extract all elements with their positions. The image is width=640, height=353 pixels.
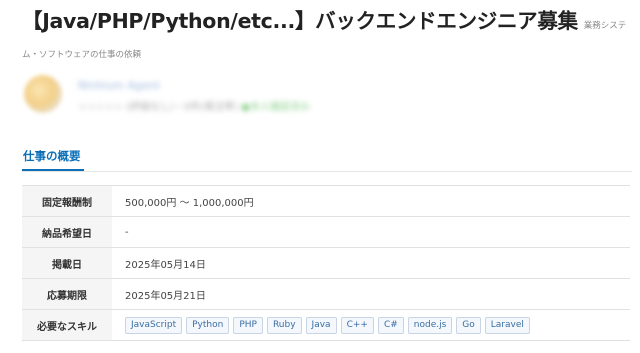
tab-job-overview-label: 仕事の概要: [23, 149, 81, 163]
skill-tag[interactable]: C++: [340, 316, 374, 334]
skill-tag-list: JavaScript Python PHP Ruby Java C++ C# n…: [125, 316, 630, 334]
skill-tag[interactable]: node.js: [407, 316, 453, 334]
row-label-budget: 固定報酬制: [22, 185, 112, 217]
skill-tag[interactable]: Java: [305, 316, 337, 334]
client-profile[interactable]: Ninhium Agent ☆☆☆☆☆ (評価なし)・0件(発注率) ●本人確認…: [24, 71, 424, 121]
job-title: 【Java/PHP/Python/etc...】バックエンドエンジニア募集: [22, 9, 578, 33]
row-value-delivery: -: [125, 226, 129, 238]
skill-tag[interactable]: Ruby: [266, 316, 302, 334]
client-verified-badge: ●本人確認済み: [241, 102, 310, 113]
skill-tag[interactable]: Go: [456, 316, 481, 334]
row-label-posted: 掲載日: [22, 247, 112, 279]
section-divider: [22, 171, 632, 172]
skill-tag[interactable]: JavaScript: [125, 316, 183, 334]
client-meta: ☆☆☆☆☆ (評価なし)・0件(発注率) ●本人確認済み: [78, 98, 310, 113]
tab-job-overview[interactable]: 仕事の概要: [22, 144, 84, 172]
client-rating: ☆☆☆☆☆ (評価なし)・0件(発注率): [78, 102, 238, 113]
client-avatar[interactable]: [24, 75, 62, 113]
table-row: 必要なスキル JavaScript Python PHP Ruby Java C…: [22, 309, 630, 341]
row-value-skills: JavaScript Python PHP Ruby Java C++ C# n…: [112, 310, 630, 341]
table-row: 納品希望日 -: [22, 216, 630, 248]
row-label-skills: 必要なスキル: [22, 309, 112, 341]
skill-tag[interactable]: Laravel: [484, 316, 530, 334]
table-row: 固定報酬制 500,000円 〜 1,000,000円: [22, 185, 630, 217]
table-row: 応募期限 2025年05月21日: [22, 278, 630, 310]
row-value-budget: 500,000円 〜 1,000,000円: [125, 197, 254, 209]
row-label-deadline: 応募期限: [22, 278, 112, 310]
skill-tag[interactable]: PHP: [233, 316, 263, 334]
row-label-delivery: 納品希望日: [22, 216, 112, 248]
row-value-posted: 2025年05月14日: [125, 259, 206, 271]
client-name[interactable]: Ninhium Agent: [78, 79, 160, 92]
job-title-block: 【Java/PHP/Python/etc...】バックエンドエンジニア募集 業務シ…: [22, 8, 632, 68]
job-details-table: 固定報酬制 500,000円 〜 1,000,000円 納品希望日 - 掲載日 …: [22, 185, 630, 341]
skill-tag[interactable]: Python: [186, 316, 230, 334]
table-row: 掲載日 2025年05月14日: [22, 247, 630, 279]
row-value-deadline: 2025年05月21日: [125, 290, 206, 302]
skill-tag[interactable]: C#: [377, 316, 404, 334]
